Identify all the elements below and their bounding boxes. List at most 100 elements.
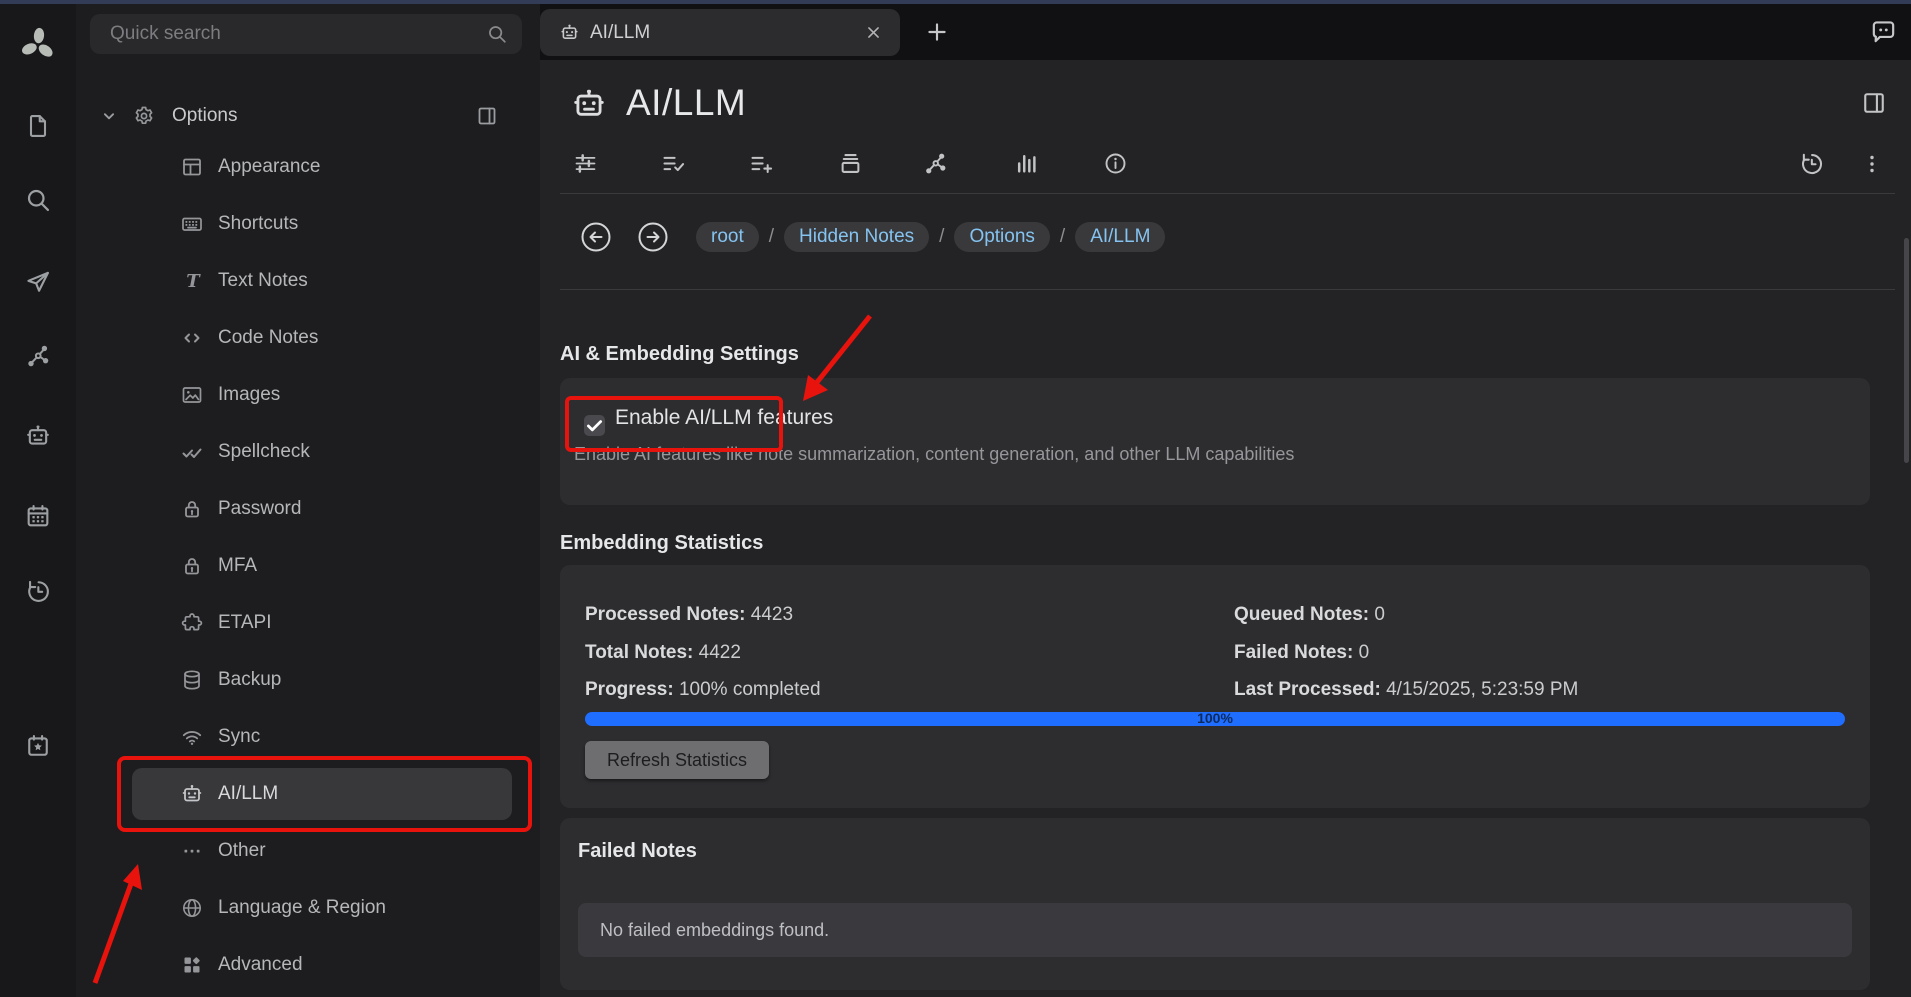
stat-value: 0 xyxy=(1359,642,1370,663)
basic-properties-icon[interactable] xyxy=(572,150,599,177)
sidebar-item-label: Images xyxy=(218,375,280,415)
ellipsis-icon xyxy=(180,839,204,863)
divider xyxy=(560,193,1895,194)
stat-label: Total Notes: xyxy=(585,642,693,663)
search-icon xyxy=(486,23,508,45)
note-detail: AI/LLM root / Hidden Notes / Options / A… xyxy=(540,60,1911,997)
ai-robot-icon[interactable] xyxy=(24,422,52,450)
sidebar-item-shortcuts[interactable]: Shortcuts xyxy=(76,204,540,244)
sidebar-item-label: Spellcheck xyxy=(218,432,310,472)
image-icon xyxy=(180,383,204,407)
breadcrumb-separator: / xyxy=(939,226,944,248)
breadcrumb-separator: / xyxy=(769,226,774,248)
stat-progress: Progress: 100% completed xyxy=(585,679,821,701)
stat-processed: Processed Notes: 4423 xyxy=(585,604,793,626)
enable-ai-checkbox[interactable] xyxy=(584,415,605,436)
sidebar-item-label: Text Notes xyxy=(218,261,308,301)
empty-message: No failed embeddings found. xyxy=(600,903,829,957)
embedding-stats-card: Processed Notes: 4423 Total Notes: 4422 … xyxy=(560,565,1870,808)
send-icon[interactable] xyxy=(24,268,52,296)
sidebar-item-code-notes[interactable]: Code Notes xyxy=(76,318,540,358)
svg-text:T: T xyxy=(186,271,201,292)
calendar-star-icon[interactable] xyxy=(24,732,52,760)
stat-failed: Failed Notes: 0 xyxy=(1234,642,1369,664)
tab-ai-llm[interactable]: AI/LLM xyxy=(540,9,900,56)
kebab-menu-icon[interactable] xyxy=(1860,152,1884,176)
sidebar-item-label: MFA xyxy=(218,546,257,586)
sidebar-item-appearance[interactable]: Appearance xyxy=(76,147,540,187)
progress-percent-label: 100% xyxy=(585,711,1845,726)
database-icon xyxy=(180,668,204,692)
enable-ai-description: Enable AI features like note summarizati… xyxy=(574,444,1294,465)
chevron-down-icon[interactable] xyxy=(98,105,120,127)
refresh-statistics-button[interactable]: Refresh Statistics xyxy=(585,741,769,779)
info-icon[interactable] xyxy=(1102,150,1129,177)
sidebar-item-label: Language & Region xyxy=(218,888,386,928)
divider xyxy=(560,289,1895,290)
stat-last-processed: Last Processed: 4/15/2025, 5:23:59 PM xyxy=(1234,679,1578,701)
failed-notes-empty-state: No failed embeddings found. xyxy=(578,903,1852,957)
stat-total: Total Notes: 4422 xyxy=(585,642,741,664)
sidebar-item-etapi[interactable]: ETAPI xyxy=(76,603,540,643)
inherited-attributes-icon[interactable] xyxy=(748,150,775,177)
sidebar-item-password[interactable]: Password xyxy=(76,489,540,529)
sidebar-item-sync[interactable]: Sync xyxy=(76,717,540,757)
scrollbar-thumb[interactable] xyxy=(1904,238,1909,463)
new-note-icon[interactable] xyxy=(24,112,52,140)
new-tab-button[interactable] xyxy=(924,19,950,45)
keyboard-icon xyxy=(180,212,204,236)
close-icon[interactable] xyxy=(865,24,882,41)
breadcrumb-ai-llm[interactable]: AI/LLM xyxy=(1075,222,1165,252)
panel-icon[interactable] xyxy=(475,104,499,128)
chat-icon[interactable] xyxy=(1869,17,1898,46)
graph-icon[interactable] xyxy=(24,342,52,370)
check-icon xyxy=(584,415,605,436)
enable-ai-label[interactable]: Enable AI/LLM features xyxy=(615,406,833,430)
sidebar-item-ai-llm[interactable]: AI/LLM xyxy=(76,774,540,814)
note-paths-icon[interactable] xyxy=(837,150,864,177)
trilium-logo xyxy=(17,24,59,66)
sidebar-item-label: ETAPI xyxy=(218,603,272,643)
stat-value: 0 xyxy=(1374,604,1385,625)
code-icon xyxy=(180,326,204,350)
sidebar-item-spellcheck[interactable]: Spellcheck xyxy=(76,432,540,472)
wifi-icon xyxy=(180,725,204,749)
ai-settings-card: Enable AI/LLM features Enable AI feature… xyxy=(560,378,1870,505)
breadcrumb-options[interactable]: Options xyxy=(954,222,1049,252)
sidebar-item-advanced[interactable]: Advanced xyxy=(76,945,540,985)
calendar-icon[interactable] xyxy=(24,502,52,530)
stat-label: Failed Notes: xyxy=(1234,642,1353,663)
history-icon[interactable] xyxy=(24,577,52,605)
stat-queued: Queued Notes: 0 xyxy=(1234,604,1385,626)
plugin-icon xyxy=(180,611,204,635)
stat-value: 100% completed xyxy=(679,679,821,700)
stat-label: Progress: xyxy=(585,679,674,700)
lock-icon xyxy=(180,554,204,578)
search-icon[interactable] xyxy=(24,186,52,214)
sidebar-item-label: Advanced xyxy=(218,945,303,985)
launcher-bar xyxy=(0,4,76,997)
quick-search-input[interactable]: Quick search xyxy=(90,14,522,54)
note-info-chart-icon[interactable] xyxy=(1013,150,1040,177)
quick-search-placeholder: Quick search xyxy=(110,14,221,54)
lock-icon xyxy=(180,497,204,521)
sidebar-item-label: Other xyxy=(218,831,266,871)
split-view-icon[interactable] xyxy=(1860,89,1888,117)
sidebar-item-label: Code Notes xyxy=(218,318,318,358)
sidebar-item-label: Options xyxy=(172,96,237,136)
sidebar-item-options[interactable]: Options xyxy=(76,96,540,136)
sidebar-item-other[interactable]: Other xyxy=(76,831,540,871)
nav-back-button[interactable] xyxy=(580,221,612,253)
sidebar-item-mfa[interactable]: MFA xyxy=(76,546,540,586)
breadcrumb-root[interactable]: root xyxy=(696,222,759,252)
note-map-icon[interactable] xyxy=(922,150,949,177)
stat-label: Queued Notes: xyxy=(1234,604,1369,625)
sidebar-item-language-region[interactable]: Language & Region xyxy=(76,888,540,928)
nav-forward-button[interactable] xyxy=(637,221,669,253)
breadcrumb-hidden-notes[interactable]: Hidden Notes xyxy=(784,222,929,252)
sidebar-item-backup[interactable]: Backup xyxy=(76,660,540,700)
owned-attributes-icon[interactable] xyxy=(660,150,687,177)
sidebar-item-images[interactable]: Images xyxy=(76,375,540,415)
revisions-history-icon[interactable] xyxy=(1798,150,1825,177)
sidebar-item-text-notes[interactable]: T Text Notes xyxy=(76,261,540,301)
